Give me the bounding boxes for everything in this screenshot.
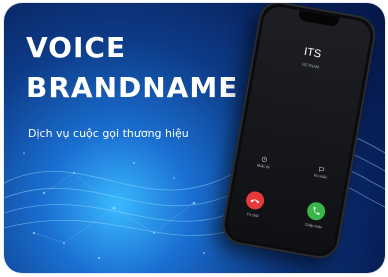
accept-call-button[interactable] (305, 200, 327, 222)
phone-decline-icon (250, 199, 260, 204)
phone-notch (298, 10, 340, 28)
remind-me-label: Nhắc tôi (256, 163, 270, 170)
banner-title-line1: VOICE (26, 31, 127, 64)
alarm-icon (261, 156, 267, 163)
message-icon (318, 167, 325, 172)
voice-brandname-banner: VOICE BRANDNAME Dịch vụ cuộc gọi thương … (4, 3, 385, 273)
accept-label: Chấp nhận (304, 222, 323, 230)
decline-call-button[interactable] (244, 190, 266, 211)
decline-label: Từ chối (246, 212, 259, 219)
message-label: Tin nhắn (313, 173, 328, 180)
remind-me-option[interactable]: Nhắc tôi (252, 155, 276, 171)
banner-title-line2: BRANDNAME (26, 71, 239, 104)
message-option[interactable]: Tin nhắn (309, 165, 333, 181)
banner-tagline: Dịch vụ cuộc gọi thương hiệu (28, 127, 189, 140)
phone-accept-icon (313, 206, 320, 215)
